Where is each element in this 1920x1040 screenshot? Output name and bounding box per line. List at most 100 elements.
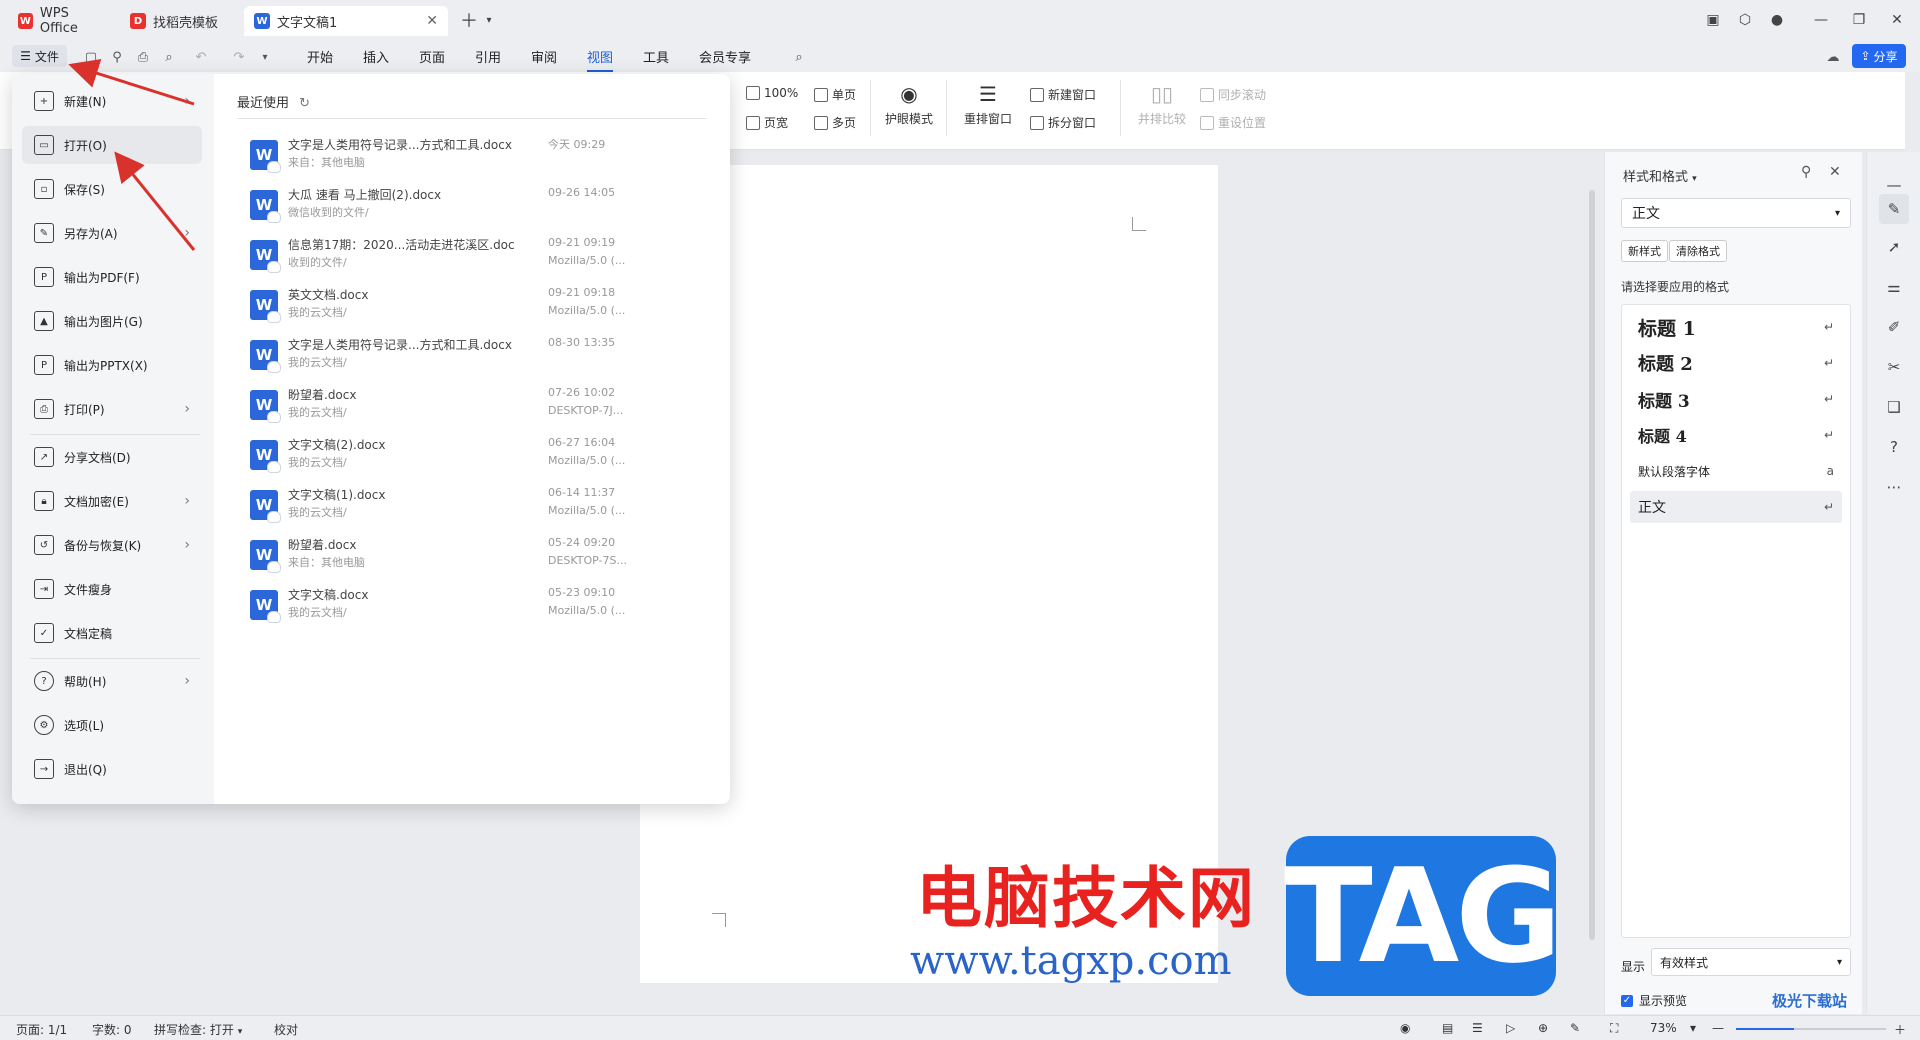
recent-file-item[interactable]: W 英文文档.docx 我的云文档/09-21 09:18 Mozilla/5.0 (…: [250, 284, 710, 328]
minimize-icon[interactable]: —: [1808, 8, 1834, 32]
style-heading-3[interactable]: 标题 3 ↵: [1630, 383, 1842, 415]
file-menu-options[interactable]: ⚙ 选项(L): [22, 706, 202, 744]
sliders-icon[interactable]: ⚌: [1883, 276, 1905, 298]
scrollbar-thumb[interactable]: [1589, 190, 1595, 940]
menu-review[interactable]: 审阅: [531, 47, 557, 66]
recent-file-item[interactable]: W 文字文稿(1).docx 我的云文档/06-14 11:37 Mozilla/5.…: [250, 484, 710, 528]
style-default-paragraph-font[interactable]: 默认段落字体 a: [1630, 455, 1842, 487]
single-page-button[interactable]: 单页: [814, 86, 856, 103]
outline-view-icon[interactable]: ☰: [1472, 1021, 1483, 1035]
file-menu-save[interactable]: ▫ 保存(S): [22, 170, 202, 208]
pen-style-icon[interactable]: ✎: [1879, 194, 1909, 224]
page-view-icon[interactable]: ▤: [1442, 1021, 1453, 1035]
recent-file-item[interactable]: W 文字文稿(2).docx 我的云文档/06-27 16:04 Mozilla/5.…: [250, 434, 710, 478]
page-width-button[interactable]: 页宽: [746, 114, 788, 131]
new-style-button[interactable]: 新样式: [1621, 240, 1668, 262]
clear-format-button[interactable]: 清除格式: [1669, 240, 1727, 262]
zoom-in-icon[interactable]: ＋: [1894, 1021, 1906, 1038]
file-menu-open[interactable]: ▭ 打开(O): [22, 126, 202, 164]
tab-docer-templates[interactable]: D 找稻壳模板: [120, 6, 240, 36]
side-by-side-button[interactable]: ▯▯ 并排比较: [1134, 82, 1190, 127]
recent-file-item[interactable]: W 盼望着.docx 我的云文档/07-26 10:02 DESKTOP-7J...: [250, 384, 710, 428]
recent-file-item[interactable]: W 文字是人类用符号记录...方式和工具.docx 来自：其他电脑 今天 09:29: [250, 134, 710, 178]
file-menu-save-as[interactable]: ✎ 另存为(A) ›: [22, 214, 202, 252]
pen-icon[interactable]: ✎: [1570, 1021, 1580, 1035]
pin-icon[interactable]: ⚲: [1801, 164, 1811, 180]
tab-document-1[interactable]: W 文字文稿1 ✕: [244, 6, 448, 36]
style-heading-4[interactable]: 标题 4 ↵: [1630, 419, 1842, 451]
zoom-100-button[interactable]: 100%: [746, 86, 798, 100]
restore-icon[interactable]: ❐: [1846, 8, 1872, 32]
multi-page-button[interactable]: 多页: [814, 114, 856, 131]
layout-icon[interactable]: ▣: [1700, 8, 1726, 32]
zoom-level[interactable]: 73%: [1650, 1021, 1677, 1035]
recent-file-item[interactable]: W 信息第17期：2020...活动走进花溪区.doc 收到的文件/09-21 09…: [250, 234, 710, 278]
vertical-scrollbar[interactable]: [1584, 152, 1600, 1012]
panel-title[interactable]: 样式和格式 ▾: [1623, 166, 1697, 185]
eye-mode-button[interactable]: ◉ 护眼模式: [884, 82, 934, 127]
share-button[interactable]: ⇪ 分享: [1852, 44, 1906, 68]
file-menu-export-image[interactable]: ▲ 输出为图片(G): [22, 302, 202, 340]
menu-member[interactable]: 会员专享: [699, 47, 751, 66]
print-icon[interactable]: ⎙: [134, 48, 152, 66]
select-arrow-icon[interactable]: ➚: [1883, 236, 1905, 258]
chevron-down-icon[interactable]: ▾: [1690, 1021, 1696, 1035]
file-menu-backup[interactable]: ↺ 备份与恢复(K) ›: [22, 526, 202, 564]
new-file-icon[interactable]: ▢: [82, 48, 100, 66]
undo-icon[interactable]: ↶: [192, 48, 210, 66]
word-count[interactable]: 字数: 0: [92, 1021, 132, 1038]
refresh-icon[interactable]: ↻: [299, 96, 310, 111]
file-menu-finalize[interactable]: ✓ 文档定稿: [22, 614, 202, 652]
recent-file-item[interactable]: W 大瓜 速看 马上撤回(2).docx 微信收到的文件/09-26 14:05: [250, 184, 710, 228]
file-menu-help[interactable]: ? 帮助(H) ›: [22, 662, 202, 700]
recent-file-item[interactable]: W 文字文稿.docx 我的云文档/05-23 09:10 Mozilla/5.0 (…: [250, 584, 710, 628]
file-menu-encrypt[interactable]: 🔒︎ 文档加密(E) ›: [22, 482, 202, 520]
chevron-down-icon[interactable]: ▾: [476, 8, 502, 32]
file-menu-export-pdf[interactable]: P 输出为PDF(F): [22, 258, 202, 296]
fit-screen-icon[interactable]: ⛶: [1610, 1021, 1618, 1036]
zoom-out-icon[interactable]: —: [1712, 1021, 1724, 1035]
close-panel-icon[interactable]: ✕: [1829, 164, 1841, 180]
file-menu-button[interactable]: ☰ 文件: [12, 45, 67, 67]
spell-check-toggle[interactable]: 拼写检查: 打开 ▾: [154, 1021, 242, 1038]
help-circle-icon[interactable]: ?: [1883, 436, 1905, 458]
file-menu-exit[interactable]: → 退出(Q): [22, 750, 202, 788]
style-heading-2[interactable]: 标题 2 ↵: [1630, 347, 1842, 379]
style-heading-1[interactable]: 标题 1 ↵: [1630, 311, 1842, 343]
edit-icon[interactable]: ✐: [1883, 316, 1905, 338]
current-style-select[interactable]: 正文 ▾: [1621, 198, 1851, 228]
minimize-panel-icon[interactable]: —: [1883, 174, 1905, 196]
more-dots-icon[interactable]: ⋯: [1883, 476, 1905, 498]
file-menu-print[interactable]: ⎙ 打印(P) ›: [22, 390, 202, 428]
menu-home[interactable]: 开始: [307, 47, 333, 66]
more-chevron-icon[interactable]: ▾: [256, 48, 274, 66]
proofread-button[interactable]: 校对: [274, 1021, 298, 1038]
close-tab-icon[interactable]: ✕: [426, 13, 438, 29]
file-menu-share[interactable]: ↗ 分享文档(D): [22, 438, 202, 476]
recent-file-item[interactable]: W 盼望着.docx 来自：其他电脑 05-24 09:20 DESKTOP-7S...: [250, 534, 710, 578]
cube-icon[interactable]: ⬡: [1732, 8, 1758, 32]
menu-references[interactable]: 引用: [475, 47, 501, 66]
close-window-icon[interactable]: ✕: [1884, 8, 1910, 32]
style-body-text[interactable]: 正文 ↵: [1630, 491, 1842, 523]
search-icon[interactable]: ⌕: [790, 48, 808, 66]
show-preview-checkbox[interactable]: ✓ 显示预览: [1621, 992, 1687, 1009]
book-icon[interactable]: ❑: [1883, 396, 1905, 418]
eye-protection-icon[interactable]: ◉: [1400, 1021, 1410, 1035]
play-icon[interactable]: ▷: [1506, 1021, 1515, 1035]
print-preview-icon[interactable]: ⌕: [160, 48, 178, 66]
file-menu-slim[interactable]: ⇥ 文件瘦身: [22, 570, 202, 608]
link-icon[interactable]: ⚲: [108, 48, 126, 66]
recent-file-item[interactable]: W 文字是人类用符号记录...方式和工具.docx 我的云文档/08-30 13:3…: [250, 334, 710, 378]
menu-page[interactable]: 页面: [419, 47, 445, 66]
menu-tools[interactable]: 工具: [643, 47, 669, 66]
file-menu-new[interactable]: + 新建(N) ›: [22, 82, 202, 120]
cloud-icon[interactable]: ☁: [1824, 48, 1842, 66]
sync-scroll-button[interactable]: 同步滚动: [1200, 86, 1266, 103]
new-window-button[interactable]: 新建窗口: [1030, 86, 1096, 103]
tab-wps-office[interactable]: W WPS Office: [8, 6, 116, 36]
redo-icon[interactable]: ↷: [230, 48, 248, 66]
tools-icon[interactable]: ✂: [1883, 356, 1905, 378]
reset-position-button[interactable]: 重设位置: [1200, 114, 1266, 131]
zoom-slider[interactable]: [1736, 1028, 1886, 1030]
